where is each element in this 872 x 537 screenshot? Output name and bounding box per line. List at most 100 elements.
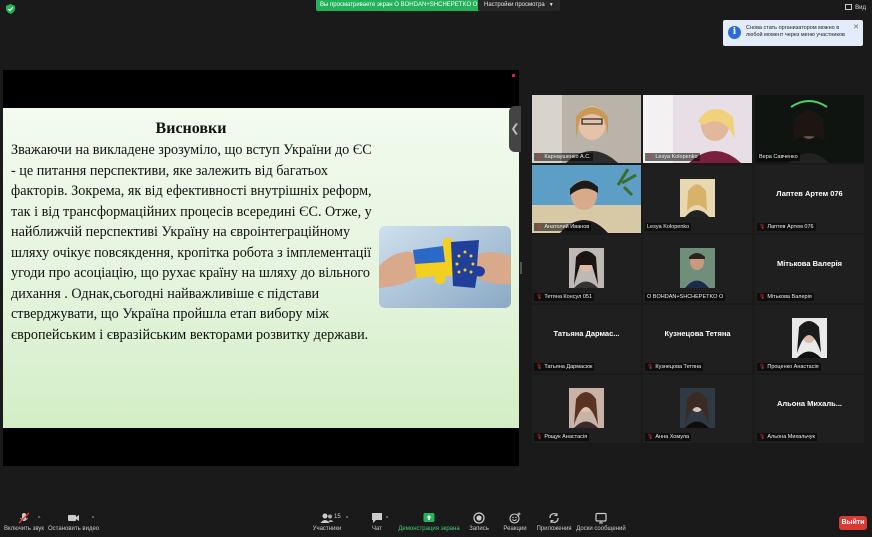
shield-icon[interactable] xyxy=(6,4,15,14)
participant-name-text: Лаптев Артем 076 xyxy=(767,224,814,230)
chat-options-caret[interactable]: ^ xyxy=(386,516,388,522)
close-icon[interactable]: ✕ xyxy=(853,23,859,31)
participant-tile[interactable]: 🎙 Тетяна Консул 051 xyxy=(532,235,641,303)
participant-name: 🎙 Lesya Kolopenko xyxy=(645,153,700,161)
participant-name-text: Lesya Kolopenko xyxy=(655,154,698,160)
participant-name-text: Рощук Анастасiя xyxy=(544,434,588,440)
muted-mic-icon: 🎙 xyxy=(536,294,543,300)
participant-tile[interactable]: 🎙 Анатолий Иванов xyxy=(532,165,641,233)
participant-tile[interactable]: 🎙 Рощук Анастасiя xyxy=(532,375,641,443)
participant-name-text: Альона Михальчук xyxy=(767,434,815,440)
notification-toast: i Снова стать организатором можно в любо… xyxy=(723,20,863,46)
participant-tile[interactable]: Мiтькова Валерiя 🎙 Мiтькова Валерiя xyxy=(755,235,864,303)
collapse-panel-button[interactable]: ❮ xyxy=(509,106,521,152)
smiley-plus-icon xyxy=(509,512,521,524)
participant-tile[interactable]: Татьяна Дармас... 🎙 Татьяна Дармасюк xyxy=(532,305,641,373)
recording-dot-icon xyxy=(512,74,515,77)
whiteboards-button[interactable]: Доски сообщений xyxy=(576,512,626,532)
audio-options-caret[interactable]: ^ xyxy=(38,516,40,522)
stop-video-label: Остановить видео xyxy=(48,526,100,532)
participant-tile[interactable]: 🎙 Lesya Kolopenko xyxy=(643,95,752,163)
participant-name: 🎙 Карнаушенко А.С. xyxy=(534,153,593,161)
participant-tile[interactable]: Лаптев Артем 076 🎙 Лаптев Артем 076 xyxy=(755,165,864,233)
participants-label: Участники xyxy=(312,526,342,532)
participant-name: Lesya Kolopenko xyxy=(645,223,692,231)
participant-name-text: Анатолий Иванов xyxy=(544,224,590,230)
unmute-button[interactable]: Включить звук xyxy=(4,512,44,532)
muted-mic-icon: 🎙 xyxy=(647,154,654,160)
muted-mic-icon: 🎙 xyxy=(759,434,766,440)
participant-tile[interactable]: Альона Михаль... 🎙 Альона Михальчук xyxy=(755,375,864,443)
presentation-slide: Висновки Зважаючи на викладене зрозуміло… xyxy=(3,108,519,428)
participant-center-name: Татьяна Дармас... xyxy=(553,328,620,338)
participant-tile-active-speaker[interactable]: О BOHDAN+SHCHEPETKO О xyxy=(643,235,752,303)
participant-tile[interactable]: Вера Савченко xyxy=(755,95,864,163)
eu-ukraine-puzzle-image xyxy=(379,226,511,308)
muted-mic-icon: 🎙 xyxy=(536,224,543,230)
participant-name: 🎙 Анна Хомула xyxy=(645,433,692,441)
chat-icon xyxy=(372,513,382,523)
record-label: Запись xyxy=(469,526,489,532)
reactions-label: Реакции xyxy=(503,526,527,532)
participants-count: 15 xyxy=(334,514,341,520)
notification-message: Снова стать организатором можно в любой … xyxy=(746,25,845,38)
video-camera-icon xyxy=(67,515,79,521)
panel-splitter-handle[interactable] xyxy=(520,262,522,274)
participant-center-name: Лаптев Артем 076 xyxy=(776,188,843,198)
chevron-up-icon: ^ xyxy=(38,516,41,522)
record-icon xyxy=(473,512,485,524)
chevron-up-icon: ^ xyxy=(92,516,95,522)
share-screen-label: Демонстрация экрана xyxy=(398,526,460,532)
participants-icon xyxy=(320,513,334,523)
muted-mic-icon: 🎙 xyxy=(536,154,543,160)
participant-name-text: Проценко Анастасiя xyxy=(767,364,819,370)
muted-mic-icon: 🎙 xyxy=(536,434,543,440)
share-banner-text: Вы просматриваете экран О BOHDAN+SHCHEPE… xyxy=(320,2,478,8)
participant-name: Вера Савченко xyxy=(757,153,800,161)
participant-name: 🎙 Кузнецова Тетяна xyxy=(645,363,704,371)
muted-mic-icon xyxy=(18,512,30,524)
participant-name-text: Тетяна Консул 051 xyxy=(544,294,593,300)
reactions-button[interactable]: Реакции xyxy=(502,512,528,532)
slide-title: Висновки xyxy=(155,120,227,137)
participant-tile[interactable]: 🎙 Проценко Анастасiя xyxy=(755,305,864,373)
participant-tile[interactable]: Кузнецова Тетяна 🎙 Кузнецова Тетяна xyxy=(643,305,752,373)
participant-name: 🎙 Лаптев Артем 076 xyxy=(757,223,816,231)
stop-video-button[interactable]: Остановить видео xyxy=(48,512,100,532)
record-button[interactable]: Запись xyxy=(466,512,492,532)
apps-button[interactable]: Приложения xyxy=(536,512,572,532)
view-toggle-button[interactable]: Вид xyxy=(845,4,866,11)
participant-name-text: Анна Хомула xyxy=(655,434,690,440)
participant-name: 🎙 Тетяна Консул 051 xyxy=(534,293,595,301)
participant-name: О BOHDAN+SHCHEPETKO О xyxy=(645,293,726,301)
muted-mic-icon: 🎙 xyxy=(647,364,654,370)
participant-name-text: Мiтькова Валерiя xyxy=(767,294,812,300)
chat-label: Чат xyxy=(372,526,382,532)
video-options-caret[interactable]: ^ xyxy=(92,516,94,522)
share-screen-icon xyxy=(423,513,435,522)
participant-name-text: Lesya Kolopenko xyxy=(647,224,690,230)
participant-tile[interactable]: 🎙 Анна Хомула xyxy=(643,375,752,443)
participant-tile[interactable]: 🎙 Карнаушенко А.С. xyxy=(532,95,641,163)
muted-mic-icon: 🎙 xyxy=(647,434,654,440)
participant-name-text: О BOHDAN+SHCHEPETKO О xyxy=(647,294,724,300)
screen-share-banner: Вы просматриваете экран О BOHDAN+SHCHEPE… xyxy=(316,0,482,11)
participant-tile[interactable]: Lesya Kolopenko xyxy=(643,165,752,233)
whiteboard-icon xyxy=(595,512,607,524)
participant-name: 🎙 Анатолий Иванов xyxy=(534,223,592,231)
participant-name-text: Вера Савченко xyxy=(759,154,798,160)
leave-meeting-button[interactable]: Выйти xyxy=(839,516,867,530)
shared-screen: Висновки Зважаючи на викладене зрозуміло… xyxy=(3,70,519,466)
participant-name: 🎙 Альона Михальчук xyxy=(757,433,817,441)
view-options-button[interactable]: Настройки просмотра ▼ xyxy=(478,0,560,11)
view-options-label: Настройки просмотра xyxy=(484,2,545,8)
view-toggle-label: Вид xyxy=(855,5,866,11)
share-screen-button[interactable]: Демонстрация экрана xyxy=(398,512,460,532)
participants-options-caret[interactable]: ^ xyxy=(346,516,348,522)
participant-name: 🎙 Мiтькова Валерiя xyxy=(757,293,814,301)
participant-name: 🎙 Татьяна Дармасюк xyxy=(534,363,595,371)
participant-name: 🎙 Проценко Анастасiя xyxy=(757,363,821,371)
chat-button[interactable]: Чат xyxy=(367,512,387,532)
chevron-up-icon: ^ xyxy=(346,516,349,522)
muted-mic-icon: 🎙 xyxy=(759,364,766,370)
